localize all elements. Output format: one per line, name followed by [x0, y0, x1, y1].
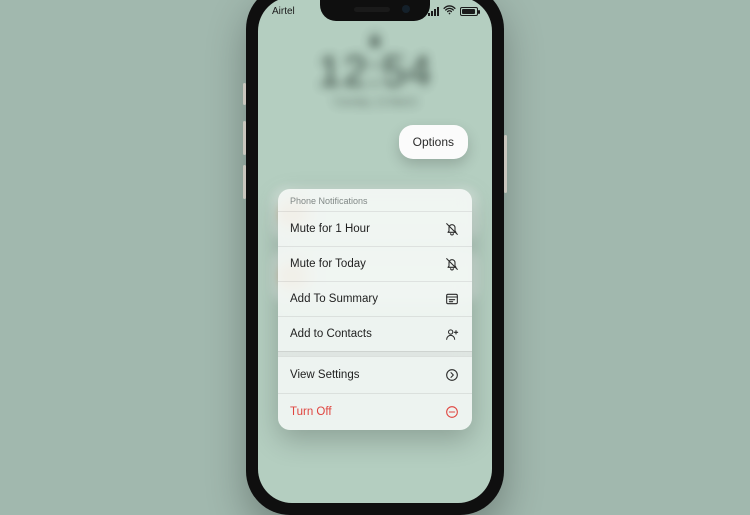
menu-item-label: View Settings — [290, 369, 359, 381]
bell-slash-icon — [444, 221, 460, 237]
bell-slash-icon — [444, 256, 460, 272]
screen: Airtel 12:54 Tuesday, 13 March Options — [258, 0, 492, 503]
status-right — [428, 5, 478, 18]
sheet-header: Phone Notifications — [278, 189, 472, 211]
view-settings-item[interactable]: View Settings — [278, 356, 472, 393]
menu-item-label: Mute for Today — [290, 258, 366, 270]
menu-item-label: Mute for 1 Hour — [290, 223, 370, 235]
side-button — [504, 135, 507, 193]
minus-circle-icon — [444, 404, 460, 420]
chevron-circle-icon — [444, 367, 460, 383]
notification-options-sheet: Phone Notifications Mute for 1 Hour Mute… — [278, 189, 472, 430]
lockscreen-date: Tuesday, 13 March — [258, 97, 492, 108]
add-to-summary-item[interactable]: Add To Summary — [278, 281, 472, 316]
carrier-label: Airtel — [272, 6, 295, 17]
turn-off-item[interactable]: Turn Off — [278, 393, 472, 430]
lockscreen-time: 12:54 — [258, 47, 492, 97]
mute-today-item[interactable]: Mute for Today — [278, 246, 472, 281]
battery-icon — [460, 7, 478, 16]
menu-item-label: Add To Summary — [290, 293, 378, 305]
notch — [320, 0, 430, 21]
mute-1-hour-item[interactable]: Mute for 1 Hour — [278, 211, 472, 246]
options-button[interactable]: Options — [399, 125, 468, 159]
add-to-contacts-item[interactable]: Add to Contacts — [278, 316, 472, 351]
wifi-icon — [443, 5, 456, 18]
summary-icon — [444, 291, 460, 307]
mute-switch — [243, 83, 246, 105]
volume-up-button — [243, 121, 246, 155]
menu-item-label: Add to Contacts — [290, 328, 372, 340]
phone-mockup: Airtel 12:54 Tuesday, 13 March Options — [246, 0, 504, 515]
add-contact-icon — [444, 326, 460, 342]
options-label: Options — [413, 135, 454, 149]
menu-item-label: Turn Off — [290, 406, 332, 418]
volume-down-button — [243, 165, 246, 199]
